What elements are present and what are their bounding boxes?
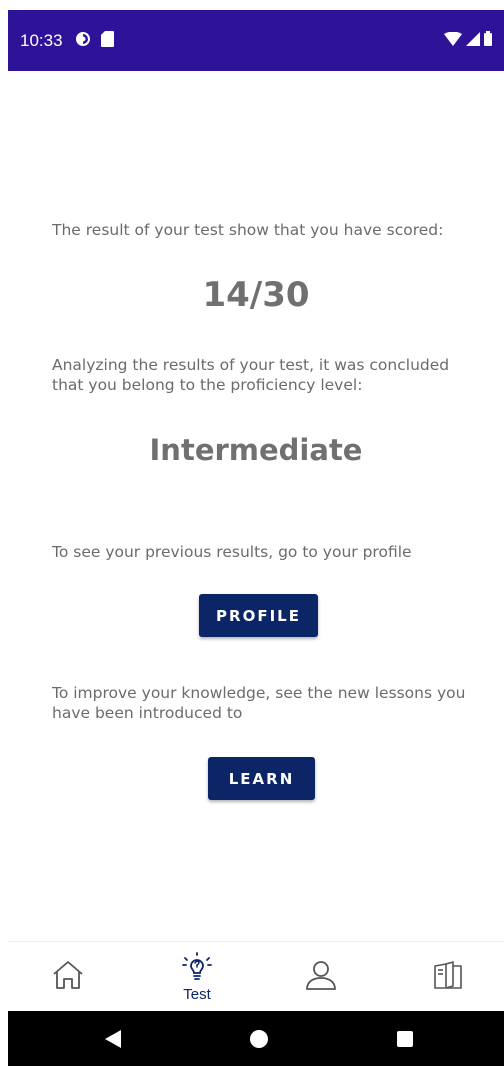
nav-item-test[interactable]: Test	[167, 942, 227, 1012]
nav-item-profile[interactable]	[291, 942, 351, 1012]
recents-icon[interactable]	[397, 1031, 413, 1051]
test-result-content: The result of your test show that you ha…	[8, 71, 504, 941]
back-icon[interactable]	[105, 1030, 121, 1052]
lightbulb-question-icon	[181, 951, 213, 986]
proficiency-level: Intermediate	[149, 433, 363, 467]
status-right-icons	[444, 31, 492, 50]
wifi-icon	[444, 31, 462, 50]
system-navigation-bar	[8, 1011, 504, 1066]
data-saver-icon	[75, 31, 91, 51]
status-bar: 10:33	[8, 10, 504, 71]
status-time: 10:33	[20, 30, 63, 50]
nav-item-home[interactable]	[38, 942, 98, 1012]
profile-icon	[304, 959, 338, 995]
learn-button[interactable]: LEARN	[208, 757, 315, 800]
profile-button[interactable]: PROFILE	[199, 594, 318, 637]
nav-item-lessons[interactable]	[418, 942, 478, 1012]
learn-hint-text: To improve your knowledge, see the new l…	[52, 684, 466, 722]
nav-label-test: Test	[183, 985, 211, 1003]
signal-icon	[466, 31, 480, 50]
home-circle-icon[interactable]	[250, 1030, 268, 1052]
book-icon	[431, 960, 465, 994]
score-value: 14/30	[202, 275, 310, 315]
bottom-navigation: Test	[8, 941, 504, 1011]
home-icon	[51, 959, 85, 995]
analysis-text: Analyzing the results of your test, it w…	[52, 356, 450, 394]
sd-card-icon	[100, 30, 114, 51]
result-intro-text: The result of your test show that you ha…	[52, 221, 444, 239]
battery-icon	[484, 31, 492, 50]
status-left-icons	[75, 30, 114, 51]
profile-hint-text: To see your previous results, go to your…	[52, 543, 412, 561]
